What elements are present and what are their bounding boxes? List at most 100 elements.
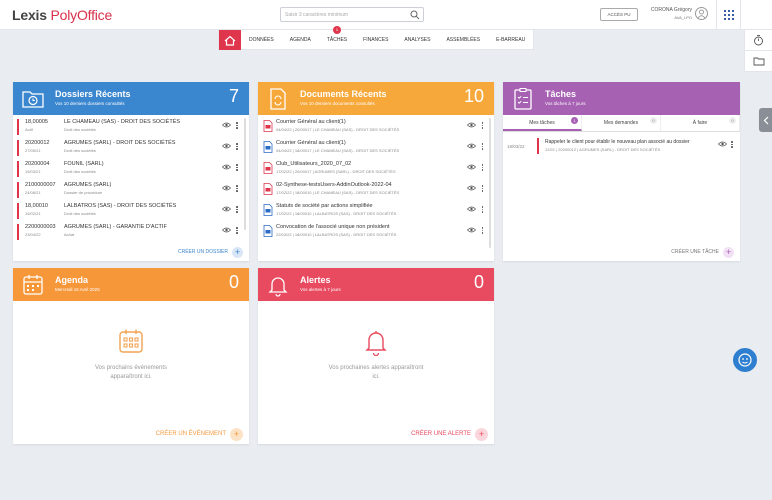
document-meta: 17/02/22 | 18/00010 | LALBATROS (SAS) - … [276,211,397,216]
dossier-status-bar [17,224,19,240]
tab-mes-demandes[interactable]: Mes demandes 0 [582,115,661,131]
dossier-row[interactable]: 2100000007 AGRUMES (SARL) 24/08/21 Dossier … [17,180,239,201]
clipboard-list-icon [511,87,535,111]
more-icon[interactable] [236,142,238,151]
document-row[interactable]: Courrier Général au client(1) 04/04/22 | … [262,138,484,159]
dossier-row[interactable]: 18,00010 LALBATROS (SAS) - DROIT DES SOCI… [17,201,239,222]
document-name: Club_Utilisateurs_2020_07_02 [276,161,352,167]
eye-icon[interactable] [221,164,232,172]
nav-home[interactable] [219,30,241,50]
create-task-label: CRÉER UNE TÂCHE [671,249,719,255]
user-name: CORONA Grégory [650,7,692,13]
document-row[interactable]: Club_Utilisateurs_2020_07_02 17/02/22 | 2… [262,159,484,180]
nav-analyses[interactable]: ANALYSES [396,30,438,49]
taches-card: Tâches Vos tâches à 7 jours Mes tâches 1 … [503,82,740,261]
dossier-title: AGRUMES (SARL) - DROIT DES SOCIÉTÉS [64,140,176,146]
task-row[interactable]: 18/03/22 Rappeler le client pour établir… [505,136,734,158]
nav-taches[interactable]: TÂCHES 1 [319,26,355,49]
timer-button[interactable] [745,30,772,51]
folder-button[interactable] [745,51,772,72]
dossier-code: 2200000003 [25,224,56,230]
eye-icon[interactable] [466,185,477,193]
access-button[interactable]: ACCÈS PU [600,8,638,21]
more-icon[interactable] [481,226,483,235]
nav-ebarreau[interactable]: E-BARREAU [488,30,533,49]
more-icon[interactable] [236,163,238,172]
document-row[interactable]: Courrier Général au client(1) 04/04/22 | … [262,117,484,138]
alertes-header: Alertes Vos alertes à 7 jours 0 [258,268,494,301]
document-row[interactable]: Convocation de l'associé unique non prés… [262,222,484,243]
more-icon[interactable] [236,226,238,235]
more-icon[interactable] [236,184,238,193]
nav-agenda[interactable]: AGENDA [282,30,319,49]
eye-icon[interactable] [466,227,477,235]
document-row[interactable]: Statuts de société par actions simplifié… [262,201,484,222]
plus-icon: + [232,246,243,258]
taches-header: Tâches Vos tâches à 7 jours [503,82,740,115]
eye-icon[interactable] [466,164,477,172]
tab-a-faire[interactable]: À faire 0 [661,115,740,131]
document-meta: 17/02/22 | 18/00010 | LE CHAMEAU (SAS) -… [276,190,400,195]
more-icon[interactable] [481,142,483,151]
more-icon[interactable] [481,121,483,130]
apps-grid-button[interactable] [716,0,741,30]
alertes-card: Alertes Vos alertes à 7 jours 0 Vos proc… [258,268,494,444]
eye-icon[interactable] [221,227,232,235]
search-placeholder: Saisir 3 caractères minimum [285,12,349,18]
more-icon[interactable] [481,205,483,214]
scrollbar[interactable] [489,118,491,248]
tab-mes-taches[interactable]: Mes tâches 1 [503,115,582,131]
plus-icon: + [475,427,488,441]
dossier-status-bar [17,203,19,219]
dossiers-count: 7 [228,86,239,106]
dossier-title: LALBATROS (SAS) - DROIT DES SOCIÉTÉS [64,203,177,209]
avatar[interactable] [695,7,708,20]
app-logo[interactable]: Lexis PolyOffice [12,7,112,23]
more-icon[interactable] [236,205,238,214]
eye-icon[interactable] [221,143,232,151]
help-chat-button[interactable] [733,348,757,372]
dossier-row[interactable]: 20200004 FOUNIL (SARL) 15/03/21 Droit des s… [17,159,239,180]
eye-icon[interactable] [221,185,232,193]
dossier-status-bar [17,140,19,156]
nav-donnees[interactable]: DONNÉES [241,30,282,49]
scrollbar[interactable] [244,118,246,230]
plus-icon: + [230,427,243,441]
search-icon[interactable] [410,10,420,22]
more-icon[interactable] [481,184,483,193]
pdf-file-icon [263,120,273,134]
taches-tabs: Mes tâches 1 Mes demandes 0 À faire 0 [503,115,740,132]
nav-assemblees[interactable]: ASSEMBLÉES [438,30,488,49]
eye-icon[interactable] [466,206,477,214]
dossier-date: 24/08/21 [25,190,41,195]
eye-icon[interactable] [466,122,477,130]
home-icon [224,35,236,46]
tab-label: Mes tâches [529,120,555,126]
create-alert-button[interactable]: CRÉER UNE ALERTE + [411,427,488,441]
dossier-row[interactable]: 18,00005 LE CHAMEAU (SAS) - DROIT DES SOC… [17,117,239,138]
eye-icon[interactable] [466,143,477,151]
chevron-left-icon [763,116,768,124]
more-icon[interactable] [481,163,483,172]
nav-finances[interactable]: FINANCES [355,30,396,49]
create-task-button[interactable]: CRÉER UNE TÂCHE + [671,246,734,258]
create-dossier-button[interactable]: CRÉER UN DOSSIER + [178,246,243,258]
panel-collapse-toggle[interactable] [759,108,772,132]
eye-icon[interactable] [221,122,232,130]
user-menu[interactable]: CORONA Grégory AVA_LPO [640,7,710,25]
task-priority-bar [537,138,539,154]
search-input[interactable]: Saisir 3 caractères minimum [280,7,424,22]
dossier-row[interactable]: 20200012 AGRUMES (SARL) - DROIT DES SOCIÉ… [17,138,239,159]
eye-icon[interactable] [221,206,232,214]
more-icon[interactable] [236,121,238,130]
more-icon[interactable] [731,140,733,149]
user-sub: AVA_LPO [674,15,692,20]
document-name: Courrier Général au client(1) [276,140,346,146]
document-row[interactable]: 02-Synthese-testsUsers-AddinOutlook-2022… [262,180,484,201]
dossier-row[interactable]: 2200000003 AGRUMES (SARL) - GARANTIE D'AC… [17,222,239,243]
nav-taches-label: TÂCHES [326,37,348,43]
word-file-icon [263,225,273,239]
calendar-empty-icon [118,328,144,356]
create-event-button[interactable]: CRÉER UN ÉVÉNEMENT + [156,427,243,441]
eye-icon[interactable] [717,141,728,149]
